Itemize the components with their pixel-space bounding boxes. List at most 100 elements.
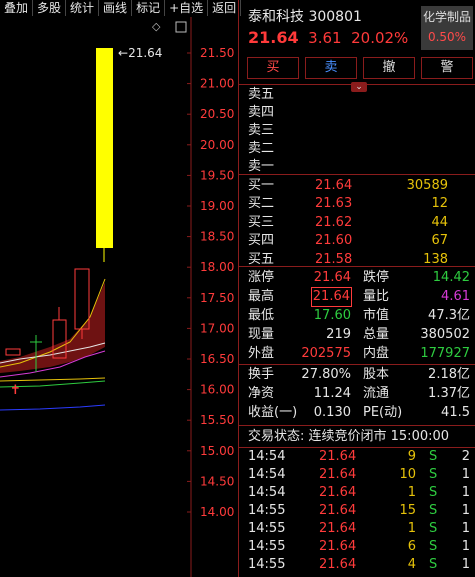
tick-direction: S	[429, 503, 438, 518]
tick-count: 1	[461, 503, 470, 518]
tick-count: 1	[461, 539, 470, 554]
cancel-button[interactable]: 撤	[363, 57, 415, 79]
kline-chart[interactable]: 21.50 21.00 20.50 20.00 19.50 19.00 18.50 18.00…	[0, 17, 238, 577]
stat-value: 47.3亿	[428, 308, 470, 323]
tick-direction: S	[429, 467, 438, 482]
axis-price-label: 18.00	[200, 260, 234, 274]
axis-price-label: 21.00	[200, 77, 234, 91]
ma-line-blue	[0, 404, 106, 411]
toolbar-draw[interactable]: 画线	[99, 0, 133, 16]
stat-label: 跌停	[363, 270, 390, 285]
bid-label: 买三	[248, 214, 275, 230]
stat-row: 最低 17.60 市值 47.3亿	[239, 307, 475, 325]
bid-price: 21.63	[315, 196, 353, 212]
tick-price: 21.64	[319, 449, 357, 464]
tick-volume: 9	[407, 449, 416, 464]
stat-label: 收益(一)	[248, 405, 298, 420]
tick-row: 14:55 21.64 1 S 1	[239, 520, 475, 538]
tick-time: 14:55	[248, 521, 286, 536]
ma-line-yellow2	[0, 377, 106, 382]
stat-label: 最低	[248, 308, 275, 323]
tick-time: 14:54	[248, 449, 286, 464]
bid-price: 21.62	[315, 214, 353, 230]
sector-pct: 0.50%	[427, 30, 467, 44]
tick-volume: 10	[399, 467, 416, 482]
bid-volume: 67	[431, 233, 448, 249]
axis-price-label: 15.00	[200, 444, 234, 458]
bid-price: 21.64	[315, 178, 353, 193]
tick-row: 14:55 21.64 4 S 1	[239, 556, 475, 574]
toolbar-overlay[interactable]: 叠加	[0, 0, 34, 16]
tick-time: 14:55	[248, 539, 286, 554]
stock-title: 泰和科技 300801	[248, 6, 362, 26]
bid-price: 21.60	[315, 233, 353, 249]
stat-row: 净资 11.24 流通 1.37亿	[239, 385, 475, 403]
price-change-pct: 20.02%	[351, 29, 409, 47]
stat-row: 换手 27.80% 股本 2.18亿	[239, 366, 475, 384]
tick-direction: S	[429, 521, 438, 536]
stat-row: 涨停 21.64 跌停 14.42	[239, 269, 475, 287]
bid-row[interactable]: 买二 21.63 12	[239, 195, 475, 213]
buy-button[interactable]: 买	[247, 57, 299, 79]
tick-count: 1	[461, 467, 470, 482]
alert-button[interactable]: 警	[421, 57, 473, 79]
bid-row[interactable]: 买三 21.62 44	[239, 214, 475, 232]
tick-price: 21.64	[319, 557, 357, 572]
axis-price-label: 17.50	[200, 291, 234, 305]
tick-price: 21.64	[319, 539, 357, 554]
ask-label: 卖二	[248, 141, 275, 156]
axis-price-label: 20.50	[200, 107, 234, 121]
signal-arrow-icon: ✝	[10, 383, 21, 398]
sector-box[interactable]: 化学制品 0.50%	[421, 6, 473, 50]
ask-row[interactable]: 卖三	[239, 122, 475, 140]
bid-row[interactable]: 买四 21.60 67	[239, 232, 475, 250]
toolbar-multi[interactable]: 多股	[33, 0, 67, 16]
bid-row[interactable]: 买一 21.64 30589	[239, 177, 475, 195]
toolbar-back[interactable]: 返回	[208, 0, 242, 16]
tick-volume: 4	[407, 557, 416, 572]
stat-value: 0.130	[313, 405, 351, 420]
axis-price-label: 18.50	[200, 230, 234, 244]
divider	[239, 425, 475, 426]
toolbar-mark[interactable]: 标记	[132, 0, 166, 16]
stat-value: 177927	[420, 346, 470, 361]
settings-diamond-icon: ◇	[152, 20, 161, 33]
sell-button[interactable]: 卖	[305, 57, 357, 79]
stat-label: 最高	[248, 289, 275, 304]
stat-label: 净资	[248, 386, 275, 401]
tick-price: 21.64	[319, 467, 357, 482]
bid-volume: 44	[431, 214, 448, 230]
stat-row: 最高 21.64 量比 4.61	[239, 287, 475, 307]
axis-price-label: 19.50	[200, 168, 234, 182]
candle	[5, 348, 21, 356]
ask-row[interactable]: 卖四	[239, 104, 475, 122]
tick-time: 14:54	[248, 485, 286, 500]
tick-direction: S	[429, 449, 438, 464]
ask-label: 卖五	[248, 87, 275, 102]
stat-row: 收益(一) 0.130 PE(动) 41.5	[239, 404, 475, 422]
stat-label: 内盘	[363, 346, 390, 361]
tick-count: 1	[461, 557, 470, 572]
bid-label: 买四	[248, 233, 275, 249]
sector-name: 化学制品	[422, 10, 471, 24]
stock-code: 300801	[308, 9, 362, 25]
stat-label: 换手	[248, 367, 275, 382]
stat-value: 21.64	[310, 287, 353, 307]
stat-label: 总量	[363, 327, 390, 342]
trade-buttons: 买 卖 撤 警	[247, 57, 473, 79]
stat-label: 量比	[363, 289, 390, 304]
stat-value: 1.37亿	[428, 386, 470, 401]
stat-label: PE(动)	[363, 405, 403, 420]
tick-time: 14:55	[248, 557, 286, 572]
ask-row[interactable]: 卖二	[239, 140, 475, 158]
toolbar-add-fav[interactable]: +自选	[165, 0, 209, 16]
tick-row: 14:54 21.64 1 S 1	[239, 484, 475, 502]
ask-row[interactable]: 卖五	[239, 86, 475, 104]
toolbar-stats[interactable]: 统计	[66, 0, 100, 16]
divider	[239, 266, 475, 267]
stat-value: 219	[326, 327, 351, 342]
ask-label: 卖四	[248, 105, 275, 120]
tick-row: 14:55 21.64 6 S 1	[239, 538, 475, 556]
stat-label: 涨停	[248, 270, 275, 285]
current-price: 21.64	[248, 28, 299, 47]
